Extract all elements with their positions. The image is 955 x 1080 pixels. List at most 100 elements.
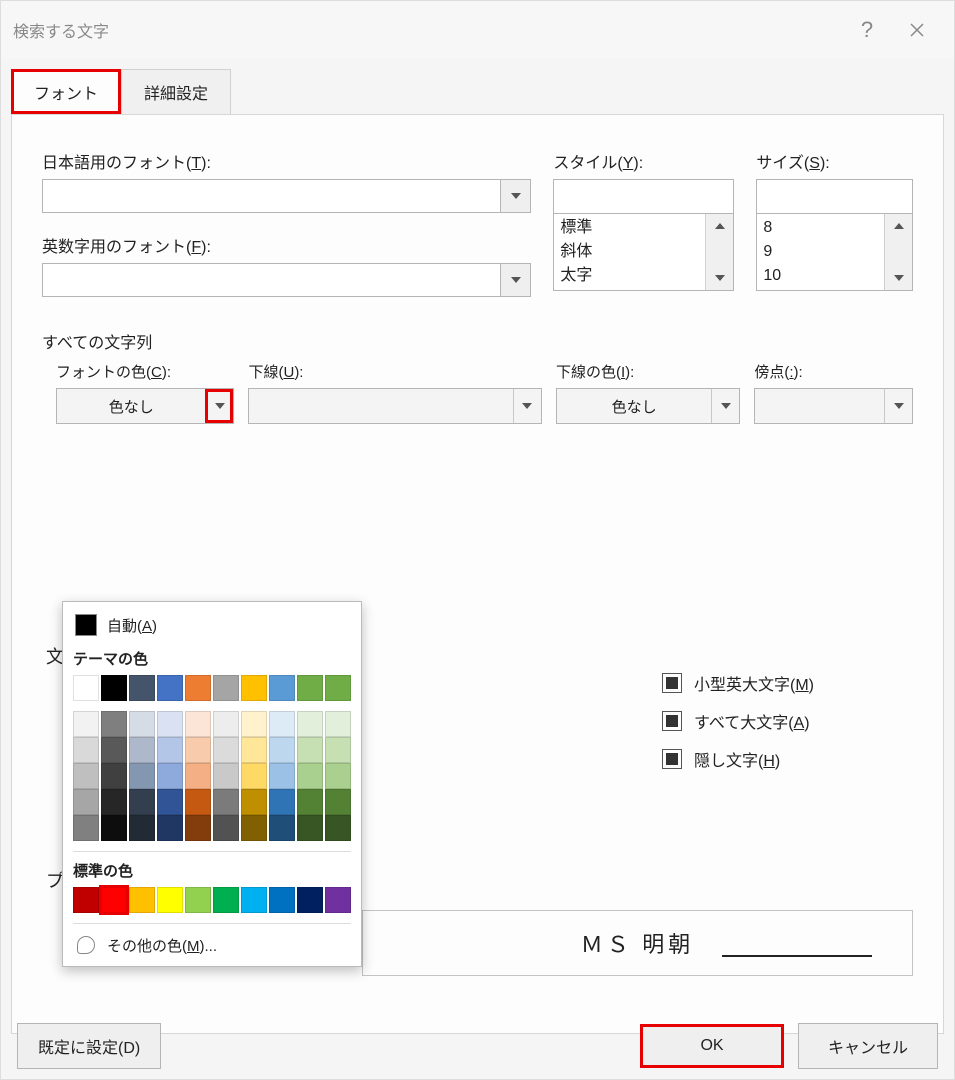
size-option[interactable]: 9	[763, 240, 878, 264]
color-swatch[interactable]	[129, 711, 155, 737]
scroll-down-button[interactable]	[885, 266, 912, 290]
color-swatch[interactable]	[241, 737, 267, 763]
size-option[interactable]: 8	[763, 216, 878, 240]
set-default-button[interactable]: 既定に設定(D)	[17, 1023, 161, 1069]
color-swatch[interactable]	[213, 675, 239, 701]
jp-font-dropdown-button[interactable]	[500, 180, 530, 212]
color-swatch[interactable]	[297, 815, 323, 841]
color-swatch[interactable]	[213, 711, 239, 737]
scroll-up-button[interactable]	[706, 214, 733, 238]
color-swatch[interactable]	[129, 675, 155, 701]
color-swatch[interactable]	[213, 737, 239, 763]
color-swatch[interactable]	[241, 675, 267, 701]
color-swatch[interactable]	[241, 815, 267, 841]
scrollbar[interactable]	[884, 214, 912, 290]
color-swatch[interactable]	[101, 737, 127, 763]
checkbox-small-caps[interactable]: 小型英大文字(M)	[662, 671, 814, 695]
color-swatch[interactable]	[297, 789, 323, 815]
color-swatch[interactable]	[129, 815, 155, 841]
color-swatch[interactable]	[213, 789, 239, 815]
color-swatch[interactable]	[101, 675, 127, 701]
color-swatch[interactable]	[157, 763, 183, 789]
color-swatch[interactable]	[325, 887, 351, 913]
color-swatch[interactable]	[129, 763, 155, 789]
size-option[interactable]: 10	[763, 264, 878, 288]
underline-dropdown[interactable]	[248, 388, 541, 424]
color-swatch[interactable]	[129, 789, 155, 815]
color-swatch[interactable]	[185, 711, 211, 737]
color-swatch[interactable]	[73, 737, 99, 763]
jp-font-combo[interactable]	[42, 179, 531, 213]
color-swatch[interactable]	[185, 763, 211, 789]
color-swatch[interactable]	[269, 737, 295, 763]
dropdown-caret[interactable]	[884, 389, 912, 423]
style-option[interactable]: 標準	[560, 216, 699, 240]
color-swatch[interactable]	[101, 789, 127, 815]
color-swatch[interactable]	[269, 789, 295, 815]
color-swatch[interactable]	[297, 887, 323, 913]
color-swatch[interactable]	[325, 789, 351, 815]
dropdown-caret[interactable]	[711, 389, 739, 423]
dropdown-caret[interactable]	[513, 389, 541, 423]
size-listbox[interactable]: 8 9 10	[756, 213, 913, 291]
style-input[interactable]	[553, 179, 734, 213]
font-color-dropdown[interactable]: 色なし	[56, 388, 234, 424]
color-swatch[interactable]	[241, 711, 267, 737]
color-swatch[interactable]	[325, 815, 351, 841]
color-swatch[interactable]	[269, 711, 295, 737]
color-swatch[interactable]	[297, 675, 323, 701]
color-swatch[interactable]	[157, 815, 183, 841]
color-swatch[interactable]	[297, 711, 323, 737]
color-swatch[interactable]	[185, 789, 211, 815]
color-swatch[interactable]	[73, 815, 99, 841]
color-swatch[interactable]	[157, 737, 183, 763]
scroll-down-button[interactable]	[706, 266, 733, 290]
underline-color-dropdown[interactable]: 色なし	[556, 388, 740, 424]
color-swatch[interactable]	[213, 887, 239, 913]
color-swatch[interactable]	[241, 789, 267, 815]
color-swatch[interactable]	[269, 887, 295, 913]
color-swatch[interactable]	[213, 763, 239, 789]
color-swatch[interactable]	[185, 887, 211, 913]
size-input[interactable]	[756, 179, 913, 213]
color-swatch[interactable]	[185, 815, 211, 841]
scroll-up-button[interactable]	[885, 214, 912, 238]
color-swatch[interactable]	[185, 675, 211, 701]
color-swatch[interactable]	[269, 763, 295, 789]
color-swatch[interactable]	[73, 887, 99, 913]
en-font-combo[interactable]	[42, 263, 531, 297]
color-swatch[interactable]	[157, 711, 183, 737]
color-swatch[interactable]	[325, 711, 351, 737]
checkbox-all-caps[interactable]: すべて大文字(A)	[662, 709, 814, 733]
cancel-button[interactable]: キャンセル	[798, 1023, 938, 1069]
style-option[interactable]: 斜体	[560, 240, 699, 264]
color-swatch[interactable]	[297, 763, 323, 789]
checkbox-hidden[interactable]: 隠し文字(H)	[662, 747, 814, 771]
color-swatch[interactable]	[73, 789, 99, 815]
color-swatch[interactable]	[129, 737, 155, 763]
style-option[interactable]: 太字	[560, 264, 699, 288]
color-swatch[interactable]	[213, 815, 239, 841]
color-swatch[interactable]	[73, 763, 99, 789]
color-swatch[interactable]	[269, 675, 295, 701]
color-swatch[interactable]	[325, 675, 351, 701]
color-swatch[interactable]	[157, 789, 183, 815]
color-swatch[interactable]	[101, 711, 127, 737]
color-swatch[interactable]	[241, 763, 267, 789]
color-swatch[interactable]	[269, 815, 295, 841]
color-swatch[interactable]	[129, 887, 155, 913]
tab-advanced[interactable]: 詳細設定	[121, 69, 231, 114]
color-swatch[interactable]	[157, 675, 183, 701]
color-swatch[interactable]	[325, 763, 351, 789]
ok-button[interactable]: OK	[642, 1026, 782, 1066]
en-font-dropdown-button[interactable]	[500, 264, 530, 296]
color-swatch[interactable]	[297, 737, 323, 763]
color-swatch[interactable]	[101, 887, 127, 913]
color-swatch[interactable]	[101, 815, 127, 841]
color-swatch[interactable]	[325, 737, 351, 763]
color-swatch[interactable]	[157, 887, 183, 913]
color-swatch[interactable]	[185, 737, 211, 763]
color-auto[interactable]: 自動(A)	[73, 610, 351, 640]
help-button[interactable]: ?	[842, 10, 892, 50]
color-swatch[interactable]	[73, 675, 99, 701]
